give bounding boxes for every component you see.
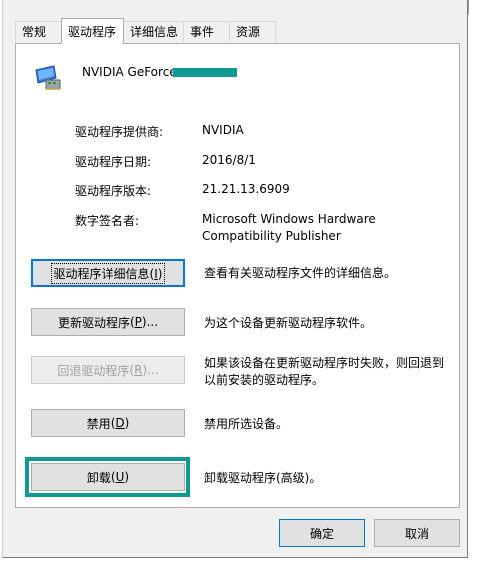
ok-button[interactable]: 确定 (279, 519, 365, 547)
uninstall-driver-button-label: 卸载 (86, 470, 111, 485)
rollback-driver-desc-line2: 以前安装的驱动程序。 (204, 373, 325, 387)
tab-general[interactable]: 常规 (15, 21, 62, 42)
properties-dialog: 常规 驱动程序 详细信息 事件 资源 NVIDIA GeForce 驱动程序提供… (2, 0, 468, 558)
uninstall-driver-button-key: U (115, 470, 125, 484)
update-driver-button-suffix: ... (146, 315, 159, 329)
signer-label: 数字签名者: (75, 214, 140, 228)
background-strip-right (467, 0, 479, 588)
signer-value-line2: Compatibility Publisher (202, 229, 341, 243)
update-driver-button-label: 更新驱动程序 (57, 315, 130, 330)
disable-device-button-key: D (115, 416, 125, 430)
driver-details-desc: 查看有关驱动程序文件的详细信息。 (204, 266, 397, 280)
device-name: NVIDIA GeForce (82, 65, 177, 79)
update-driver-desc: 为这个设备更新驱动程序软件。 (204, 316, 373, 330)
rollback-driver-button-label: 回退驱动程序 (57, 363, 130, 378)
rollback-driver-button-suffix: ... (147, 363, 159, 377)
disable-device-button[interactable]: 禁用(D) (31, 409, 185, 437)
driver-details-button-text: 驱动程序详细信息(I) (50, 262, 166, 284)
uninstall-driver-desc: 卸载驱动程序(高级)。 (204, 471, 322, 485)
disable-device-desc: 禁用所选设备。 (204, 417, 289, 431)
uninstall-driver-button[interactable]: 卸载(U) (31, 463, 185, 491)
tab-details[interactable]: 详细信息 (123, 21, 184, 42)
rollback-driver-button-key: R (134, 363, 143, 377)
tab-details-label: 详细信息 (130, 25, 179, 39)
disable-device-button-label: 禁用 (86, 416, 111, 431)
date-label: 驱动程序日期: (75, 155, 152, 169)
update-driver-button-key: P (134, 315, 142, 329)
driver-details-button-label: 驱动程序详细信息 (53, 266, 150, 281)
tab-resources-label: 资源 (236, 25, 261, 39)
tab-driver[interactable]: 驱动程序 (61, 18, 124, 44)
tab-driver-label: 驱动程序 (68, 25, 117, 39)
date-value: 2016/8/1 (202, 153, 256, 167)
signer-value-line1: Microsoft Windows Hardware (202, 212, 376, 226)
version-value: 21.21.13.6909 (202, 182, 290, 196)
driver-panel: NVIDIA GeForce 驱动程序提供商: NVIDIA 驱动程序日期: 2… (15, 43, 460, 508)
update-driver-button[interactable]: 更新驱动程序(P)... (31, 308, 185, 336)
cancel-button[interactable]: 取消 (374, 519, 460, 547)
provider-label: 驱动程序提供商: (75, 125, 164, 139)
display-adapter-icon (35, 65, 61, 90)
rollback-driver-desc-line1: 如果该设备在更新驱动程序时失败，则回退到 (204, 356, 445, 370)
tab-general-label: 常规 (22, 25, 47, 39)
redaction-bar (173, 68, 237, 77)
provider-value: NVIDIA (202, 123, 244, 137)
driver-details-button[interactable]: 驱动程序详细信息(I) (31, 259, 185, 287)
rollback-driver-button: 回退驱动程序(R)... (31, 356, 185, 384)
version-label: 驱动程序版本: (75, 184, 152, 198)
tab-events[interactable]: 事件 (183, 21, 230, 42)
tab-resources[interactable]: 资源 (229, 21, 276, 42)
tab-events-label: 事件 (190, 25, 215, 39)
driver-details-button-key: I (154, 266, 158, 281)
